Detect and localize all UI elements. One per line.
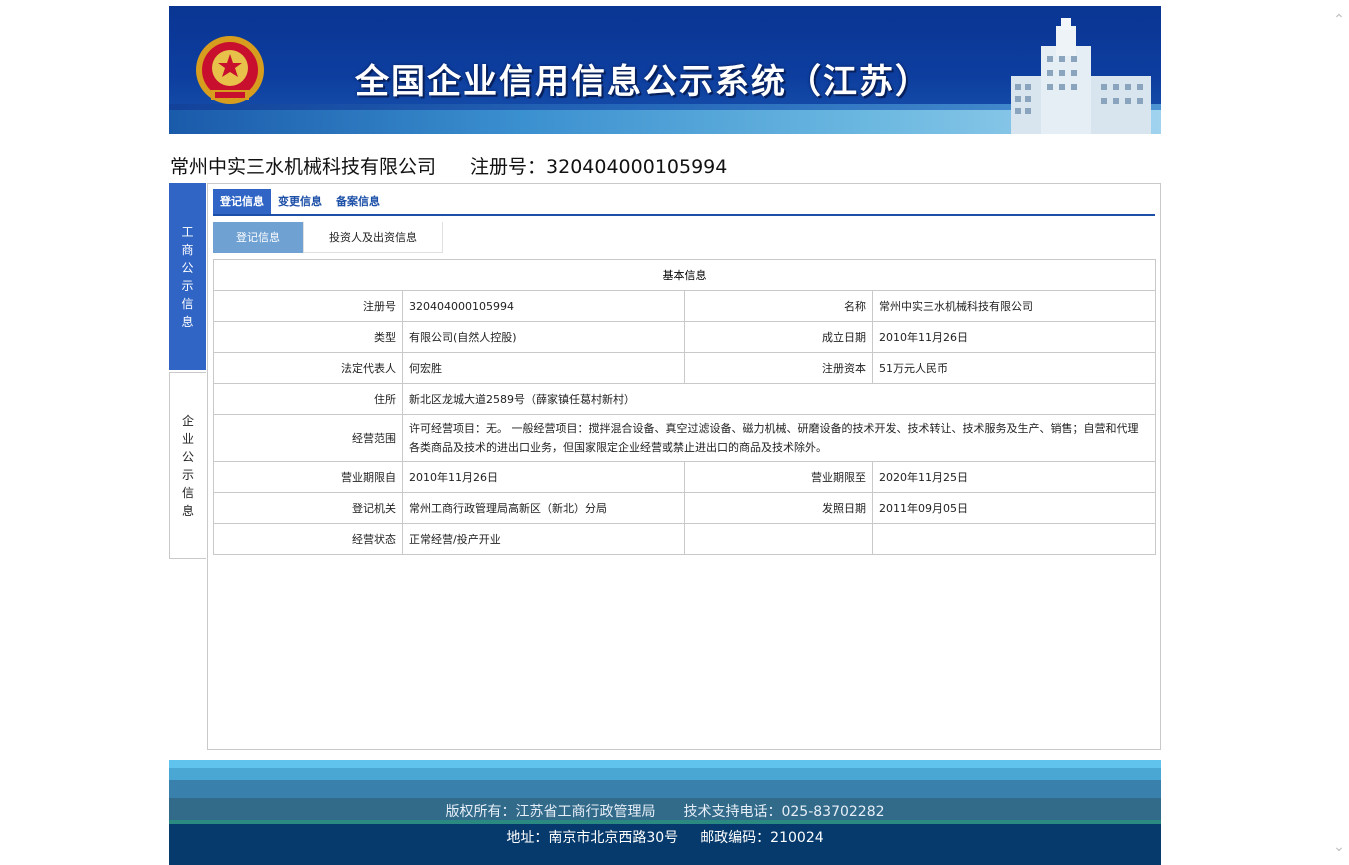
reg-no-label: 注册号	[213, 290, 403, 322]
authority-value: 常州工商行政管理局高新区（新北）分局	[402, 492, 685, 524]
scroll-up-icon[interactable]: ⌃	[1331, 12, 1347, 28]
side-tab-enterprise-publicity[interactable]: 企 业 公 示 信 息	[169, 372, 206, 559]
tab-changes[interactable]: 变更信息	[271, 189, 329, 214]
tab-filing[interactable]: 备案信息	[329, 189, 387, 214]
side-tab-char: 信	[181, 485, 194, 500]
side-tab-char: 示	[181, 467, 194, 482]
type-label: 类型	[213, 321, 403, 353]
legal-rep-label: 法定代表人	[213, 352, 403, 384]
sub-tab-bar: 登记信息 投资人及出资信息	[213, 222, 443, 253]
authority-label: 登记机关	[213, 492, 403, 524]
scope-value: 许可经营项目：无。 一般经营项目：搅拌混合设备、真空过滤设备、磁力机械、研磨设备…	[402, 414, 1156, 462]
footer-line-2: 地址：南京市北京西路30号 邮政编码：210024	[169, 827, 1161, 847]
footer-copyright: 版权所有：江苏省工商行政管理局	[445, 804, 656, 820]
side-tab-business-publicity[interactable]: 工 商 公 示 信 息	[169, 183, 206, 370]
side-tab-char: 示	[181, 278, 194, 293]
term-from-value: 2010年11月26日	[402, 461, 685, 493]
footer-line-1: 版权所有：江苏省工商行政管理局 技术支持电话：025-83702282	[169, 801, 1161, 821]
legal-rep-value: 何宏胜	[402, 352, 685, 384]
subtab-registration[interactable]: 登记信息	[213, 222, 303, 253]
table-row: 法定代表人 何宏胜 注册资本 51万元人民币	[213, 352, 1156, 384]
side-tab-char: 息	[181, 503, 194, 518]
footer-support-phone: 技术支持电话：025-83702282	[683, 804, 885, 820]
table-row: 登记机关 常州工商行政管理局高新区（新北）分局 发照日期 2011年09月05日	[213, 492, 1156, 524]
subtab-investors[interactable]: 投资人及出资信息	[303, 222, 443, 253]
table-row: 类型 有限公司(自然人控股) 成立日期 2010年11月26日	[213, 321, 1156, 353]
banner-title: 全国企业信用信息公示系统（江苏）	[355, 62, 931, 102]
footer-address: 地址：南京市北京西路30号	[506, 830, 679, 846]
term-from-label: 营业期限自	[213, 461, 403, 493]
company-name: 常州中实三水机械科技有限公司	[170, 156, 437, 178]
table-row: 住所 新北区龙城大道2589号（薛家镇任葛村新村）	[213, 383, 1156, 415]
side-tab-char: 业	[181, 431, 194, 446]
term-to-label: 营业期限至	[684, 461, 873, 493]
footer-postcode: 邮政编码：210024	[700, 830, 824, 846]
reg-no-label: 注册号：	[470, 156, 547, 178]
name-value: 常州中实三水机械科技有限公司	[872, 290, 1156, 322]
table-row: 经营状态 正常经营/投产开业	[213, 523, 1156, 555]
page: 全国企业信用信息公示系统（江苏） 常州中实三水机械科技有限公司 注册号：32040…	[0, 0, 1349, 865]
top-tab-bar: 登记信息 变更信息 备案信息	[213, 189, 1155, 216]
term-to-value: 2020年11月25日	[872, 461, 1156, 493]
status-value: 正常经营/投产开业	[402, 523, 685, 555]
side-tab-char: 公	[181, 449, 194, 464]
table-heading: 基本信息	[213, 259, 1156, 291]
reg-no-value: 320404000105994	[546, 156, 728, 178]
reg-no-value: 320404000105994	[402, 290, 685, 322]
scroll-down-icon[interactable]: ⌄	[1331, 839, 1347, 855]
address-label: 住所	[213, 383, 403, 415]
side-tab-char: 工	[181, 224, 194, 239]
table-row: 营业期限自 2010年11月26日 营业期限至 2020年11月25日	[213, 461, 1156, 493]
side-tab-char: 商	[181, 242, 194, 257]
building-icon	[1011, 18, 1151, 134]
address-value: 新北区龙城大道2589号（薛家镇任葛村新村）	[402, 383, 1156, 415]
found-date-label: 成立日期	[684, 321, 873, 353]
header-banner: 全国企业信用信息公示系统（江苏）	[169, 6, 1161, 134]
side-tab-char: 信	[181, 296, 194, 311]
empty-cell	[872, 523, 1156, 555]
empty-cell	[684, 523, 873, 555]
issue-date-value: 2011年09月05日	[872, 492, 1156, 524]
found-date-value: 2010年11月26日	[872, 321, 1156, 353]
police-emblem-icon	[196, 36, 264, 104]
table-row: 注册号 320404000105994 名称 常州中实三水机械科技有限公司	[213, 290, 1156, 322]
capital-label: 注册资本	[684, 352, 873, 384]
name-label: 名称	[684, 290, 873, 322]
status-label: 经营状态	[213, 523, 403, 555]
table-row: 经营范围 许可经营项目：无。 一般经营项目：搅拌混合设备、真空过滤设备、磁力机械…	[213, 414, 1156, 462]
side-tab-char: 息	[181, 314, 194, 329]
scope-label: 经营范围	[213, 414, 403, 462]
capital-value: 51万元人民币	[872, 352, 1156, 384]
basic-info-table: 基本信息 注册号 320404000105994 名称 常州中实三水机械科技有限…	[213, 259, 1156, 555]
side-tab-char: 公	[181, 260, 194, 275]
tab-registration[interactable]: 登记信息	[213, 189, 271, 214]
table-row: 基本信息	[213, 259, 1156, 291]
company-heading: 常州中实三水机械科技有限公司 注册号：320404000105994	[170, 152, 727, 179]
footer: 版权所有：江苏省工商行政管理局 技术支持电话：025-83702282 地址：南京…	[169, 760, 1161, 865]
side-tab-char: 企	[181, 413, 194, 428]
type-value: 有限公司(自然人控股)	[402, 321, 685, 353]
issue-date-label: 发照日期	[684, 492, 873, 524]
